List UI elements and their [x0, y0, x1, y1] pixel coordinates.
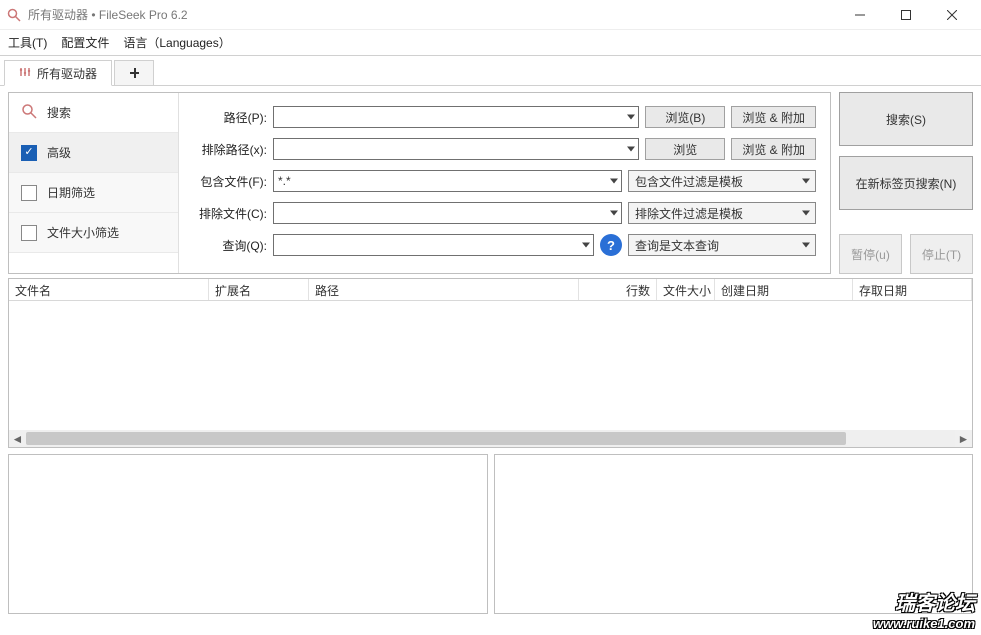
query-type-dropdown[interactable]: 查询是文本查询: [628, 234, 816, 256]
browse-path-button[interactable]: 浏览(B): [645, 106, 725, 128]
query-label: 查询(Q):: [189, 237, 267, 254]
window-controls: [837, 0, 975, 30]
exclude-filter-dropdown[interactable]: 排除文件过滤是模板: [628, 202, 816, 224]
tabbar: 所有驱动器: [0, 56, 981, 86]
preview-left-pane: [8, 454, 488, 614]
titlebar: 所有驱动器 • FileSeek Pro 6.2: [0, 0, 981, 30]
exclude-file-label: 排除文件(C):: [189, 205, 267, 222]
stop-button[interactable]: 停止(T): [910, 234, 973, 274]
path-label: 路径(P):: [189, 109, 267, 126]
search-content: 搜索 高级 日期筛选 文件大小筛选 路径(P): 浏览(B) 浏览 & 附加: [0, 86, 981, 278]
col-created[interactable]: 创建日期: [715, 279, 853, 300]
include-file-input[interactable]: *.*: [273, 170, 622, 192]
menu-language[interactable]: 语言（Languages）: [123, 34, 230, 51]
search-new-tab-button[interactable]: 在新标签页搜索(N): [839, 156, 973, 210]
query-input[interactable]: [273, 234, 594, 256]
tab-all-drives[interactable]: 所有驱动器: [4, 60, 112, 86]
results-table: 文件名 扩展名 路径 行数 文件大小 创建日期 存取日期 ◄ ►: [8, 278, 973, 448]
exclude-file-input[interactable]: [273, 202, 622, 224]
col-path[interactable]: 路径: [309, 279, 579, 300]
sidebar-item-size-filter[interactable]: 文件大小筛选: [9, 213, 178, 253]
include-filter-dropdown[interactable]: 包含文件过滤是模板: [628, 170, 816, 192]
browse-append-exclude-button[interactable]: 浏览 & 附加: [731, 138, 816, 160]
col-accessed[interactable]: 存取日期: [853, 279, 972, 300]
app-icon: [6, 7, 22, 23]
col-filename[interactable]: 文件名: [9, 279, 209, 300]
tab-add[interactable]: [114, 60, 154, 86]
sidebar-item-advanced[interactable]: 高级: [9, 133, 178, 173]
bottom-panes: [8, 454, 973, 614]
checkbox-advanced[interactable]: [21, 145, 37, 161]
watermark-url: www.ruike1.com: [873, 616, 975, 631]
help-icon[interactable]: ?: [600, 234, 622, 256]
scroll-left-button[interactable]: ◄: [9, 430, 26, 447]
menubar: 工具(T) 配置文件 语言（Languages）: [0, 30, 981, 56]
table-body: [9, 301, 972, 430]
sidebar-advanced-label: 高级: [47, 144, 71, 161]
col-lines[interactable]: 行数: [579, 279, 657, 300]
col-size[interactable]: 文件大小: [657, 279, 715, 300]
menu-profiles[interactable]: 配置文件: [61, 34, 109, 51]
checkbox-size[interactable]: [21, 225, 37, 241]
minimize-button[interactable]: [837, 0, 883, 30]
sidebar-search-label: 搜索: [47, 104, 71, 121]
sidebar-item-search[interactable]: 搜索: [9, 93, 178, 133]
checkbox-date[interactable]: [21, 185, 37, 201]
path-input[interactable]: [273, 106, 639, 128]
menu-tools[interactable]: 工具(T): [8, 34, 47, 51]
scroll-track[interactable]: [26, 430, 955, 447]
include-file-value: *.*: [278, 174, 291, 188]
scroll-thumb[interactable]: [26, 432, 846, 445]
browse-append-path-button[interactable]: 浏览 & 附加: [731, 106, 816, 128]
search-panel: 搜索 高级 日期筛选 文件大小筛选 路径(P): 浏览(B) 浏览 & 附加: [8, 92, 831, 274]
col-ext[interactable]: 扩展名: [209, 279, 309, 300]
sidebar-date-label: 日期筛选: [47, 184, 95, 201]
search-icon: [21, 103, 37, 122]
pause-button[interactable]: 暂停(u): [839, 234, 902, 274]
exclude-path-input[interactable]: [273, 138, 639, 160]
watermark-text: 瑞客论坛: [873, 587, 975, 616]
tab-settings-icon: [19, 66, 31, 81]
table-header: 文件名 扩展名 路径 行数 文件大小 创建日期 存取日期: [9, 279, 972, 301]
scroll-right-button[interactable]: ►: [955, 430, 972, 447]
include-file-label: 包含文件(F):: [189, 173, 267, 190]
sidebar-size-label: 文件大小筛选: [47, 224, 119, 241]
window-title: 所有驱动器 • FileSeek Pro 6.2: [28, 6, 188, 23]
sidebar-list: 搜索 高级 日期筛选 文件大小筛选: [9, 93, 179, 273]
browse-exclude-button[interactable]: 浏览: [645, 138, 725, 160]
search-button[interactable]: 搜索(S): [839, 92, 973, 146]
form-area: 路径(P): 浏览(B) 浏览 & 附加 排除路径(x): 浏览 浏览 & 附加…: [179, 93, 830, 273]
watermark: 瑞客论坛 www.ruike1.com: [873, 587, 975, 631]
exclude-path-label: 排除路径(x):: [189, 141, 267, 158]
horizontal-scrollbar[interactable]: ◄ ►: [9, 430, 972, 447]
close-button[interactable]: [929, 0, 975, 30]
tab-label: 所有驱动器: [37, 65, 97, 82]
maximize-button[interactable]: [883, 0, 929, 30]
action-buttons: 搜索(S) 在新标签页搜索(N) 暂停(u) 停止(T): [839, 92, 973, 274]
sidebar-item-date-filter[interactable]: 日期筛选: [9, 173, 178, 213]
